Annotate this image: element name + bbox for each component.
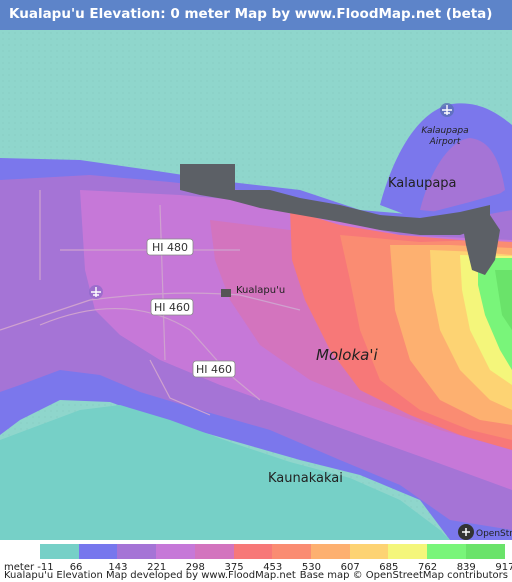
page: Kualapu'u Elevation: 0 meter Map by www.… — [0, 0, 512, 582]
airport-icon[interactable] — [89, 285, 103, 299]
legend-swatch — [156, 544, 196, 559]
place-label-kalaupapa: Kalaupapa — [388, 176, 457, 191]
legend-swatch — [349, 544, 389, 559]
legend-swatch — [233, 544, 273, 559]
town-icon[interactable] — [221, 289, 231, 297]
place-label-kaunakakai: Kaunakakai — [268, 471, 343, 486]
road-label-hi460-east: HI 460 — [196, 363, 232, 376]
airport-label-top: Kalaupapa — [421, 126, 468, 136]
legend-swatch — [194, 544, 234, 559]
road-shield-hi480[interactable]: HI 480 — [146, 238, 194, 256]
road-shield-hi460-east[interactable]: HI 460 — [192, 360, 236, 378]
place-label-molokai: Moloka'i — [316, 346, 378, 364]
elevation-legend: meter -11 66 143 221 298 375 453 530 607 685 762 83… — [0, 540, 512, 582]
legend-swatch — [388, 544, 428, 559]
osm-logo-text: OpenStreetMap — [476, 529, 512, 539]
legend-swatch — [40, 544, 79, 559]
legend-swatch — [465, 544, 505, 559]
elevation-map[interactable]: HI 480 HI 460 HI 460 Kalaupapa Airport K… — [0, 30, 512, 540]
road-shield-hi460-west[interactable]: HI 460 — [150, 298, 194, 316]
footer-credit[interactable]: Kualapu'u Elevation Map developed by www… — [4, 570, 296, 581]
page-title: Kualapu'u Elevation: 0 meter Map by www.… — [9, 6, 493, 22]
airport-label-bottom: Airport — [429, 137, 461, 147]
footer-attribution[interactable]: Base map © OpenStreetMap contributors — [300, 570, 508, 581]
place-label-kualapuu: Kualapu'u — [236, 285, 285, 296]
legend-swatch — [272, 544, 312, 559]
legend-swatch — [117, 544, 157, 559]
legend-swatch — [427, 544, 466, 559]
legend-swatch — [78, 544, 118, 559]
title-bar: Kualapu'u Elevation: 0 meter Map by www.… — [0, 0, 512, 30]
legend-swatch — [310, 544, 350, 559]
road-label-hi480: HI 480 — [152, 241, 188, 254]
road-label-hi460-west: HI 460 — [154, 301, 190, 314]
airport-icon[interactable] — [440, 103, 454, 117]
